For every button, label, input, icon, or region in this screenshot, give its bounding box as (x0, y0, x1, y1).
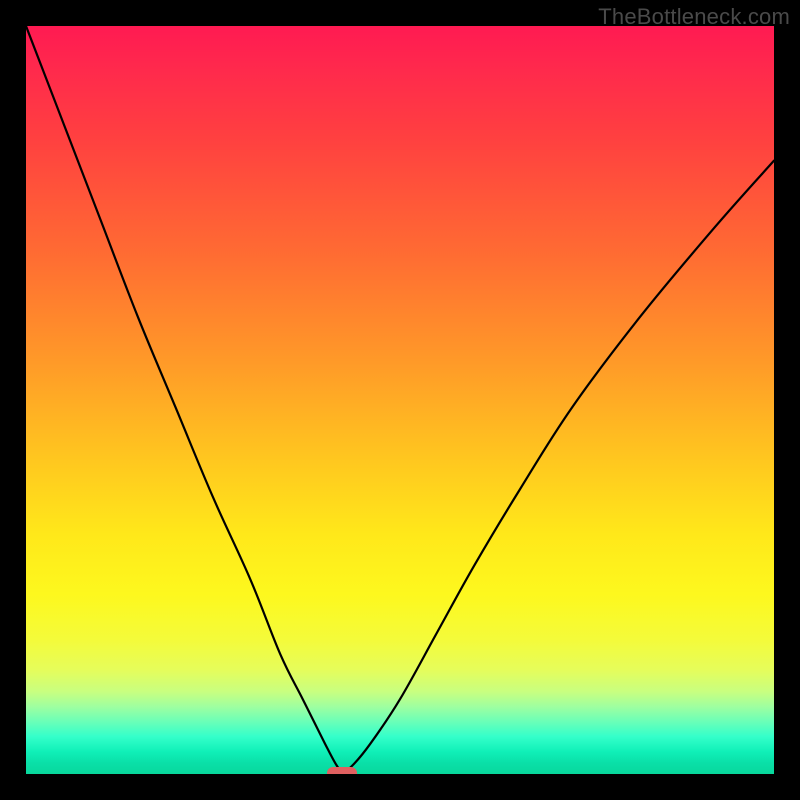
watermark-text: TheBottleneck.com (598, 4, 790, 30)
chart-frame: TheBottleneck.com (0, 0, 800, 800)
plot-area (26, 26, 774, 774)
minimum-marker (327, 767, 357, 775)
bottleneck-curve (26, 26, 774, 774)
